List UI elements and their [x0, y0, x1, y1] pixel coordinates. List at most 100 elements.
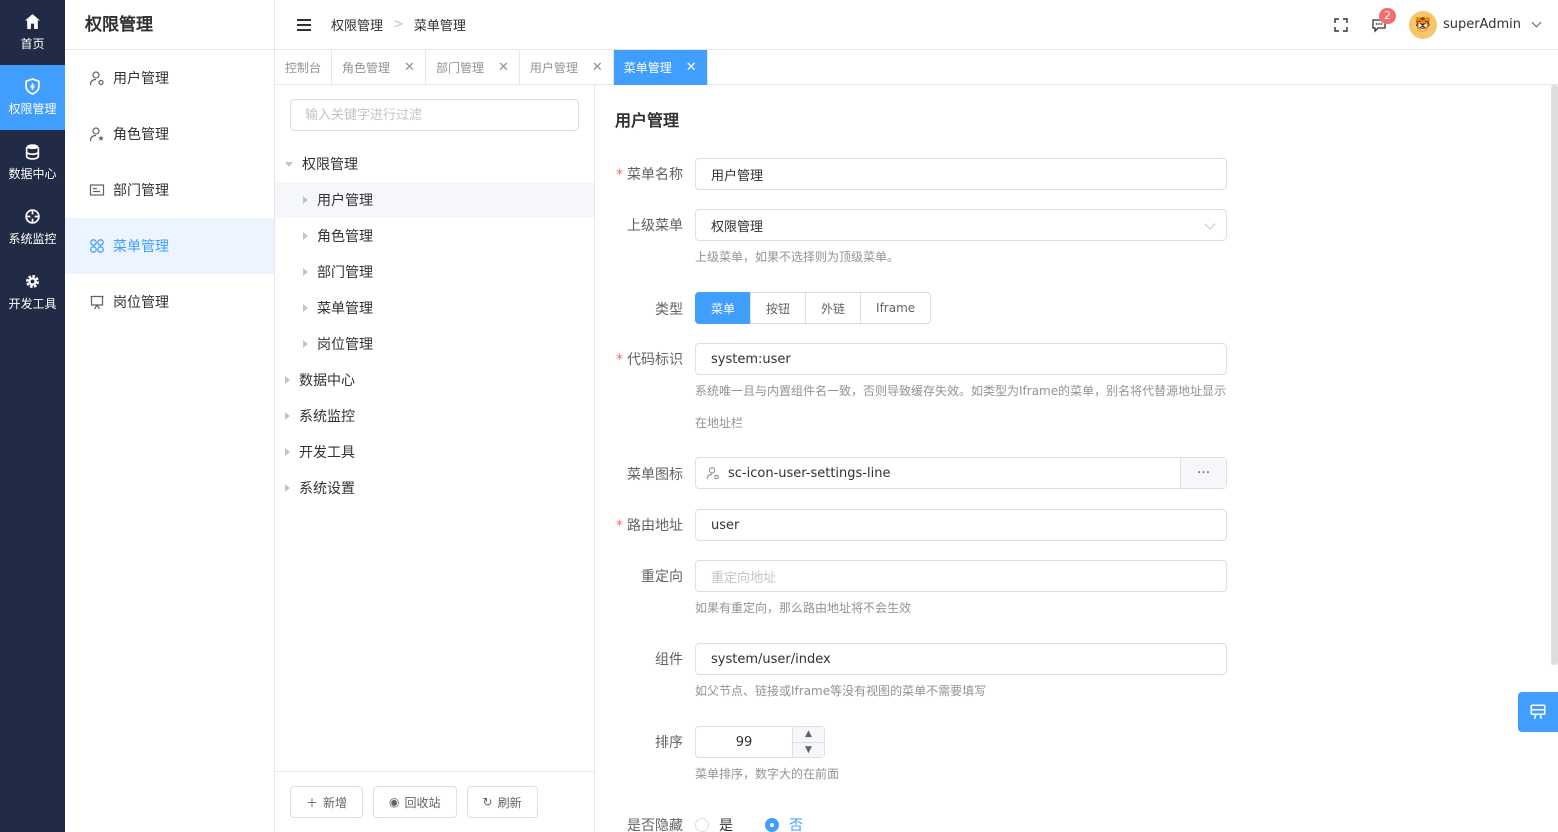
top-header: 权限管理 > 菜单管理 2 🐯 superAdmin: [275, 0, 1558, 50]
tree-node[interactable]: 用户管理: [275, 182, 594, 218]
presentation-icon: [90, 295, 104, 310]
sidebar-item-departments[interactable]: 部门管理: [65, 162, 274, 218]
button-label: 刷新: [497, 795, 522, 810]
component-input[interactable]: system/user/index: [695, 643, 1227, 675]
sidebar-item-menus[interactable]: 菜单管理: [65, 218, 274, 274]
code-hint-line-1: 系统唯一且与内置组件名一致，否则导致缓存失效。如类型为Iframe的菜单，别名将…: [695, 384, 1227, 398]
tree-node[interactable]: 系统监控: [275, 398, 594, 434]
caret-right-icon[interactable]: [303, 340, 308, 348]
tree-node-label: 数据中心: [299, 373, 355, 389]
tree-node[interactable]: 数据中心: [275, 362, 594, 398]
more-icon[interactable]: ···: [1180, 458, 1226, 488]
parent-menu-label: 上级菜单: [627, 218, 683, 234]
close-icon[interactable]: ✕: [592, 60, 603, 75]
sort-hint: 菜单排序，数字大的在前面: [695, 767, 840, 781]
sidebar-item-label: 菜单管理: [113, 239, 169, 255]
hidden-yes-radio[interactable]: 是: [695, 815, 733, 832]
form-scrollbar[interactable]: [1551, 85, 1558, 665]
notification-badge: 2: [1378, 7, 1396, 24]
sort-number-input[interactable]: 99 ▲ ▼: [695, 726, 825, 758]
sidebar-item-roles[interactable]: 角色管理: [65, 106, 274, 162]
apps-icon: [90, 239, 104, 253]
sidebar-item-users[interactable]: 用户管理: [65, 50, 274, 106]
caret-right-icon[interactable]: [285, 376, 290, 384]
menu-name-label: 菜单名称: [595, 164, 683, 184]
redirect-input[interactable]: 重定向地址: [695, 560, 1227, 592]
tree-node-label: 系统监控: [299, 409, 355, 425]
message-icon[interactable]: 2: [1371, 7, 1396, 33]
fullscreen-icon[interactable]: [1333, 17, 1349, 33]
close-icon[interactable]: ✕: [404, 60, 415, 75]
breadcrumb: 权限管理 > 菜单管理: [331, 15, 466, 34]
tree-node[interactable]: 系统设置: [275, 470, 594, 506]
type-option-link[interactable]: 外链: [805, 292, 862, 324]
user-menu[interactable]: 🐯 superAdmin: [1408, 10, 1542, 39]
tab-dashboard[interactable]: 控制台: [275, 50, 333, 85]
menu-name-input[interactable]: 用户管理: [695, 158, 1227, 190]
user-settings-icon: [89, 71, 104, 86]
decrement-icon[interactable]: ▼: [793, 743, 824, 758]
tree-node[interactable]: 岗位管理: [275, 326, 594, 362]
rail-item-home[interactable]: 首页: [0, 0, 65, 65]
close-icon[interactable]: ✕: [686, 60, 697, 75]
stepper-arrows: ▲ ▼: [792, 727, 824, 757]
sidebar-item-label: 用户管理: [113, 71, 169, 87]
caret-right-icon[interactable]: [285, 448, 290, 456]
caret-right-icon[interactable]: [285, 412, 290, 420]
type-option-menu[interactable]: 菜单: [695, 292, 752, 324]
tab-label: 菜单管理: [623, 61, 672, 75]
close-icon[interactable]: ✕: [498, 60, 509, 75]
icon-picker-input[interactable]: sc-icon-user-settings-line ···: [695, 457, 1227, 489]
parent-menu-select[interactable]: 权限管理: [695, 209, 1227, 241]
header-actions: 2 🐯 superAdmin: [1333, 7, 1558, 39]
recycle-bin-button[interactable]: ◉ 回收站: [373, 786, 457, 818]
caret-right-icon[interactable]: [303, 232, 308, 240]
tree-footer: ＋ 新增 ◉ 回收站 ↻ 刷新: [275, 771, 594, 832]
icon-picker-value: sc-icon-user-settings-line: [728, 465, 891, 481]
collapse-menu-icon[interactable]: [297, 18, 311, 31]
caret-right-icon[interactable]: [285, 484, 290, 492]
tree-node[interactable]: 部门管理: [275, 254, 594, 290]
tree-node-label: 菜单管理: [317, 301, 373, 317]
breadcrumb-item[interactable]: 权限管理: [331, 15, 383, 34]
floating-settings-button[interactable]: [1518, 692, 1558, 732]
radio-circle: [695, 818, 709, 832]
tree-node-label: 部门管理: [317, 265, 373, 281]
tree-filter-input[interactable]: [290, 99, 579, 131]
tree-node-label: 系统设置: [299, 481, 355, 497]
gear-icon: [26, 275, 39, 288]
tab-departments[interactable]: 部门管理 ✕: [426, 50, 520, 85]
id-card-icon: [89, 184, 105, 196]
caret-right-icon[interactable]: [303, 268, 308, 276]
sort-value[interactable]: 99: [696, 735, 792, 750]
add-button[interactable]: ＋ 新增: [290, 786, 364, 818]
tree-node[interactable]: 菜单管理: [275, 290, 594, 326]
rail-item-data-center[interactable]: 数据中心: [0, 130, 65, 195]
tab-label: 角色管理: [342, 61, 391, 75]
route-path-input[interactable]: user: [695, 509, 1227, 541]
plus-icon: ＋: [306, 795, 319, 810]
rail-item-dev-tools[interactable]: 开发工具: [0, 260, 65, 325]
tab-users[interactable]: 用户管理 ✕: [520, 50, 614, 85]
tab-menus[interactable]: 菜单管理 ✕: [613, 50, 708, 85]
tree-node[interactable]: 开发工具: [275, 434, 594, 470]
tree-node-label: 岗位管理: [317, 337, 373, 353]
type-option-iframe[interactable]: Iframe: [860, 292, 932, 324]
rail-item-label: 开发工具: [8, 297, 57, 311]
tree-node[interactable]: 角色管理: [275, 218, 594, 254]
tree-node[interactable]: 权限管理: [275, 146, 594, 182]
refresh-button[interactable]: ↻ 刷新: [466, 786, 538, 818]
increment-icon[interactable]: ▲: [793, 727, 824, 743]
sidebar-item-positions[interactable]: 岗位管理: [65, 274, 274, 330]
app-root: 首页 权限管理 数据中心 系统监控 开发工具 权限管理 用户管理 角色管理 部门…: [0, 0, 1558, 832]
caret-down-icon[interactable]: [285, 161, 293, 167]
caret-right-icon[interactable]: [303, 304, 308, 312]
hidden-no-radio[interactable]: 否: [765, 815, 803, 832]
parent-menu-hint: 上级菜单，如果不选择则为顶级菜单。: [695, 250, 900, 264]
tab-roles[interactable]: 角色管理 ✕: [332, 50, 426, 85]
rail-item-permission[interactable]: 权限管理: [0, 65, 65, 130]
code-input[interactable]: system:user: [695, 343, 1227, 375]
rail-item-monitor[interactable]: 系统监控: [0, 195, 65, 260]
caret-right-icon[interactable]: [303, 196, 308, 204]
type-option-button[interactable]: 按钮: [750, 292, 807, 324]
